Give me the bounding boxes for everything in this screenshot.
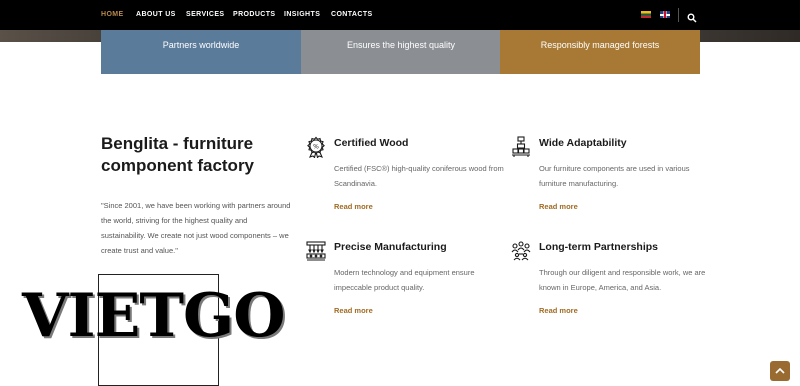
about-quote: "Since 2001, we have been working with p…: [101, 201, 291, 255]
wood-stack-icon: [510, 136, 532, 158]
about-title: Benglita - furniture component factory: [101, 134, 255, 175]
tile-partners-worldwide: Partners worldwide: [101, 30, 301, 74]
chevron-up-icon: [775, 367, 785, 374]
feature-title: Wide Adaptability: [539, 137, 627, 149]
read-more-link[interactable]: Read more: [334, 306, 373, 315]
factory-machine-icon: [305, 240, 327, 262]
feature-description: Through our diligent and responsible wor…: [539, 268, 706, 292]
partners-network-icon: [510, 240, 532, 262]
feature-description: Certified (FSC®) high-quality coniferous…: [334, 164, 504, 188]
nav-item-contacts[interactable]: CONTACTS: [331, 11, 373, 18]
read-more-link[interactable]: Read more: [334, 202, 373, 211]
watermark-text: VIETGO: [22, 281, 286, 351]
feature-description: Modern technology and equipment ensure i…: [334, 268, 475, 292]
nav-item-about-us[interactable]: ABOUT US: [136, 11, 176, 18]
feature-title: Precise Manufacturing: [334, 241, 447, 253]
nav-item-services[interactable]: SERVICES: [186, 11, 224, 18]
nav-item-insights[interactable]: INSIGHTS: [284, 11, 320, 18]
search-icon[interactable]: [687, 10, 697, 23]
nav-item-products[interactable]: PRODUCTS: [233, 11, 275, 18]
back-to-top-button[interactable]: [770, 361, 790, 381]
read-more-link[interactable]: Read more: [539, 202, 578, 211]
feature-title: Certified Wood: [334, 137, 409, 149]
nav-divider: [678, 8, 679, 22]
svg-text:%: %: [313, 144, 319, 151]
feature-title: Long-term Partnerships: [539, 241, 659, 253]
tile-highest-quality: Ensures the highest quality: [301, 30, 501, 74]
feature-description: Our furniture components are used in var…: [539, 164, 690, 188]
top-navigation-bar: HOME ABOUT US SERVICES PRODUCTS INSIGHTS…: [0, 0, 800, 30]
tile-managed-forests: Responsibly managed forests: [500, 30, 700, 74]
uk-flag-icon[interactable]: [660, 11, 670, 18]
nav-item-home[interactable]: HOME: [101, 11, 124, 18]
certificate-badge-icon: %: [305, 136, 327, 159]
lt-flag-icon[interactable]: [641, 11, 651, 18]
read-more-link[interactable]: Read more: [539, 306, 578, 315]
